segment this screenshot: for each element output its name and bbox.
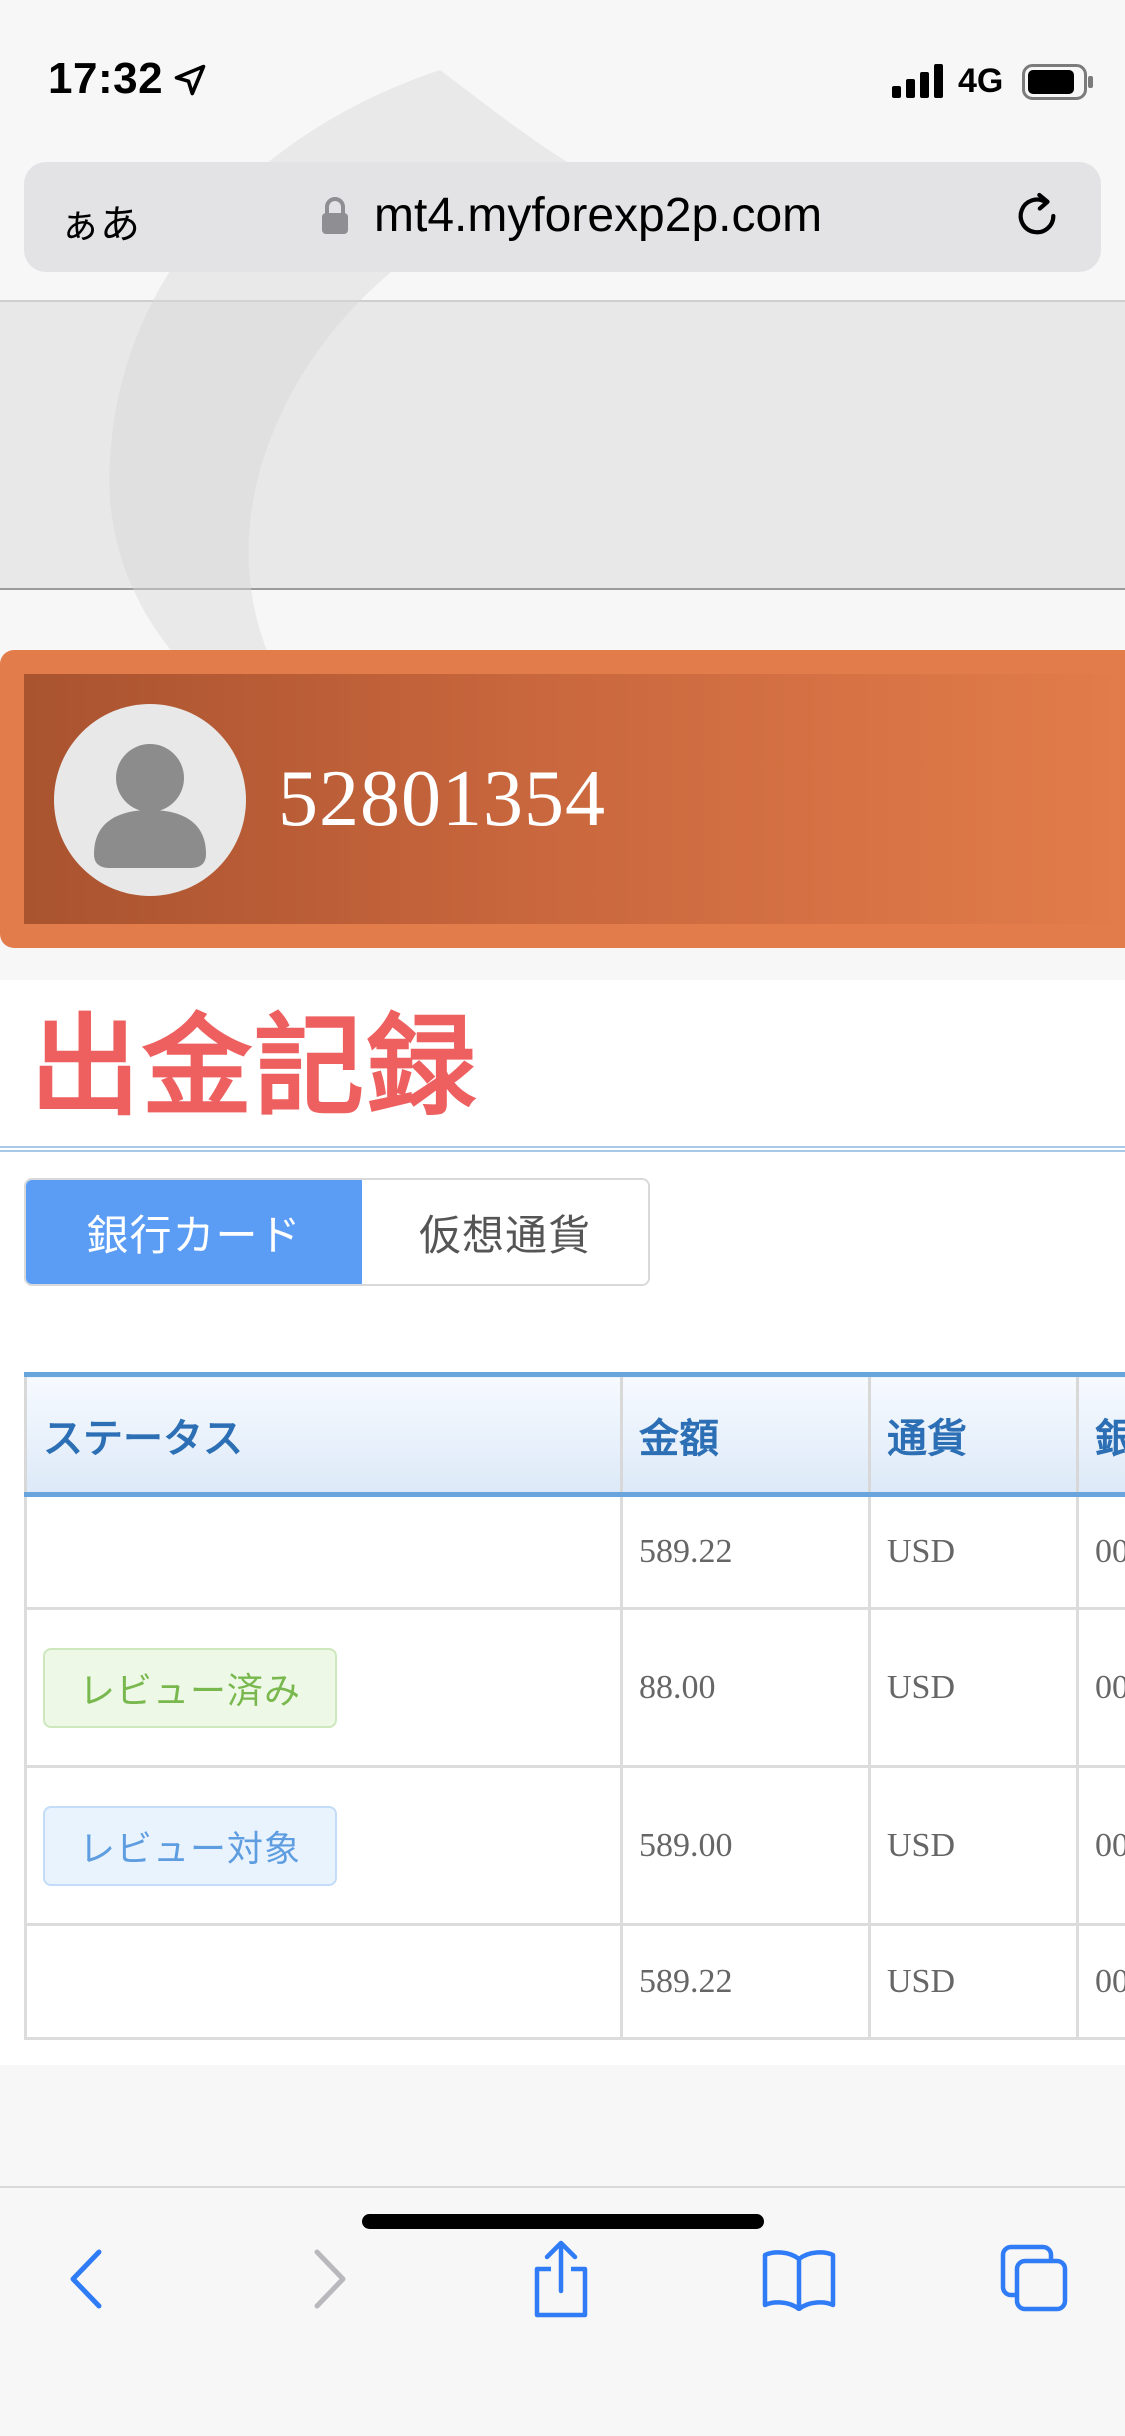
table-row: 589.22 USD 00 — [24, 1923, 1125, 2040]
location-arrow-icon — [174, 64, 206, 96]
avatar — [54, 704, 246, 896]
share-button[interactable] — [516, 2234, 606, 2324]
bookmarks-icon — [762, 2250, 836, 2311]
title-divider — [0, 1146, 1125, 1152]
status-cell: レビュー済み — [24, 1607, 623, 1768]
bank-cell: 00 — [1076, 1923, 1125, 2040]
status-badge-reviewed: レビュー済み — [43, 1647, 338, 1728]
bank-cell: 00 — [1076, 1765, 1125, 1926]
currency-cell: USD — [868, 1923, 1079, 2040]
status-bar: 17:32 4G — [0, 0, 1125, 150]
status-cell — [24, 1493, 623, 1610]
column-header-bank: 銀 — [1076, 1372, 1125, 1497]
signal-bars-icon — [892, 64, 943, 98]
reload-icon[interactable] — [1009, 188, 1065, 244]
share-icon — [534, 2240, 588, 2318]
status-badge-under-review: レビュー対象 — [43, 1805, 338, 1886]
back-icon — [70, 2249, 102, 2309]
status-cell — [24, 1923, 623, 2040]
table-header-row: ステータス 金額 通貨 銀 — [24, 1372, 1125, 1497]
amount-cell: 589.22 — [620, 1493, 871, 1610]
column-header-amount: 金額 — [620, 1372, 871, 1497]
column-header-currency: 通貨 — [868, 1372, 1079, 1497]
amount-cell: 589.22 — [620, 1923, 871, 2040]
currency-cell: USD — [868, 1493, 1079, 1610]
bank-cell: 00 — [1076, 1607, 1125, 1768]
forward-button[interactable] — [284, 2234, 374, 2324]
tabs-button[interactable] — [990, 2234, 1080, 2324]
back-button[interactable] — [42, 2234, 132, 2324]
profile-card-inner: 52801354 — [24, 674, 1125, 924]
home-indicator — [362, 2214, 764, 2229]
withdrawal-records-table: ステータス 金額 通貨 銀 589.22 USD 00 レビュー済み 88.00… — [24, 1372, 1125, 2040]
address-bar[interactable]: ぁあ mt4.myforexp2p.com — [24, 162, 1101, 272]
currency-cell: USD — [868, 1607, 1079, 1768]
forward-icon — [314, 2249, 346, 2309]
amount-cell: 589.00 — [620, 1765, 871, 1926]
header-banner — [0, 300, 1125, 590]
network-type-label: 4G — [958, 62, 1004, 100]
table-row: レビュー対象 589.00 USD 00 — [24, 1765, 1125, 1926]
profile-card: 52801354 — [0, 650, 1125, 948]
battery-icon — [1022, 64, 1093, 100]
tab-bank-card[interactable]: 銀行カード — [26, 1180, 362, 1284]
bookmarks-button[interactable] — [754, 2234, 844, 2324]
tab-crypto[interactable]: 仮想通貨 — [362, 1180, 648, 1284]
bank-cell: 00 — [1076, 1493, 1125, 1610]
table-row: 589.22 USD 00 — [24, 1493, 1125, 1610]
user-silhouette-icon — [94, 744, 206, 868]
lock-icon — [322, 197, 348, 234]
account-number: 52801354 — [278, 755, 606, 843]
content-panel: 出金記録 銀行カード 仮想通貨 ステータス 金額 通貨 銀 589.22 USD… — [0, 980, 1125, 2065]
tabs-icon — [1000, 2244, 1068, 2312]
text-size-button[interactable]: ぁあ — [60, 192, 140, 250]
column-header-status: ステータス — [24, 1372, 623, 1497]
amount-cell: 88.00 — [620, 1607, 871, 1768]
table-row: レビュー済み 88.00 USD 00 — [24, 1607, 1125, 1768]
page-title: 出金記録 — [30, 1007, 478, 1129]
url-text[interactable]: mt4.myforexp2p.com — [374, 188, 822, 243]
payment-type-tabs: 銀行カード 仮想通貨 — [24, 1178, 650, 1286]
status-time: 17:32 — [48, 54, 164, 103]
status-cell: レビュー対象 — [24, 1765, 623, 1926]
currency-cell: USD — [868, 1765, 1079, 1926]
